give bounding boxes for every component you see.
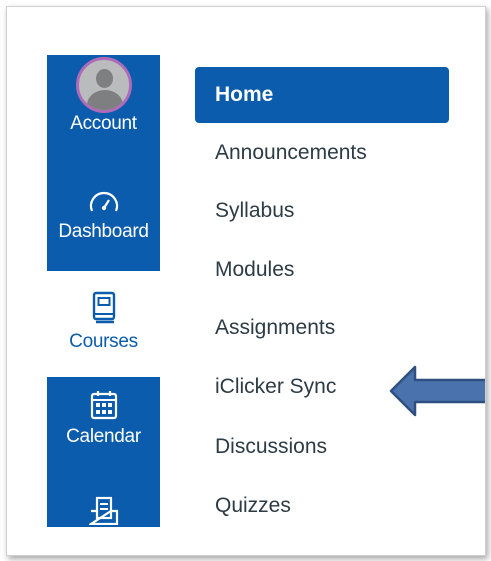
- gauge-icon: [47, 187, 160, 217]
- inbox-icon: [47, 495, 160, 525]
- calendar-icon: [47, 390, 160, 420]
- book-icon: [47, 291, 160, 325]
- dashboard-label: Dashboard: [58, 221, 149, 242]
- account-label: Account: [70, 113, 137, 134]
- courses-label: Courses: [69, 331, 138, 352]
- left-arrow-icon: [389, 364, 485, 423]
- global-nav-inbox[interactable]: [47, 495, 160, 525]
- canvas-screenshot-frame: Account Dashboard Courses Calendar Home …: [6, 6, 486, 556]
- course-nav-discussions[interactable]: Discussions: [195, 419, 433, 475]
- course-nav-home[interactable]: Home: [195, 67, 449, 123]
- global-nav-calendar[interactable]: Calendar: [47, 390, 160, 448]
- course-nav-announcements[interactable]: Announcements: [195, 125, 433, 181]
- course-nav-quizzes[interactable]: Quizzes: [195, 478, 433, 534]
- calendar-label: Calendar: [66, 426, 141, 447]
- global-nav-courses[interactable]: Courses: [47, 291, 160, 353]
- course-nav-syllabus[interactable]: Syllabus: [195, 183, 433, 239]
- avatar: [75, 57, 132, 113]
- course-nav-modules[interactable]: Modules: [195, 242, 433, 298]
- global-nav-dashboard[interactable]: Dashboard: [47, 187, 160, 243]
- course-nav-assignments[interactable]: Assignments: [195, 300, 433, 356]
- global-nav-account[interactable]: Account: [47, 57, 160, 135]
